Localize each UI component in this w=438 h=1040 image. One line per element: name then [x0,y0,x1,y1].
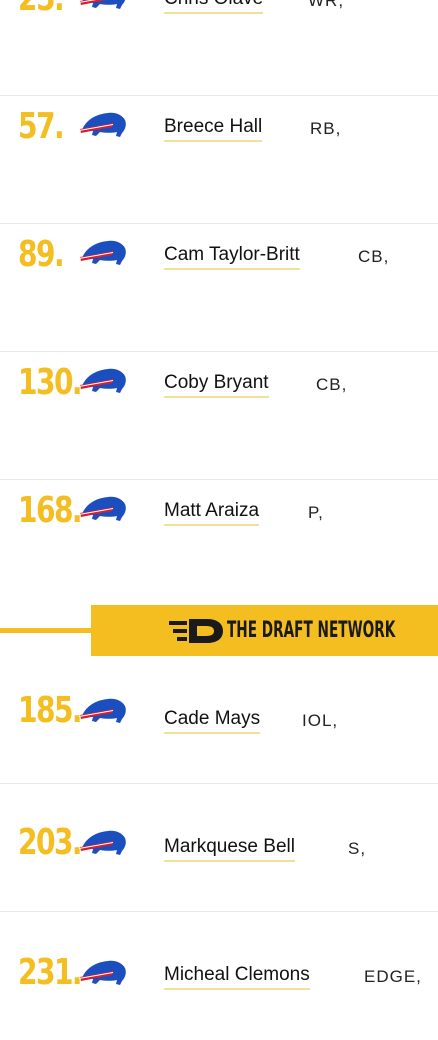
banner-accent-line [0,628,100,633]
player-link[interactable]: Cam Taylor-Britt [164,244,300,270]
pick-row: 130. Coby Bryant CB, [0,352,438,480]
pick-number: 168. [18,490,83,531]
pick-row: 185. Cade Mays IOL, [0,656,438,784]
player-position: CB, [316,375,348,394]
player-position: IOL, [302,711,339,730]
player-link[interactable]: Cade Mays [164,708,261,734]
pick-number: 130. [18,362,83,403]
player-link[interactable]: Micheal Clemons [164,964,310,990]
pick-number: 185. [18,690,83,731]
pick-row: 231. Micheal Clemons EDGE, [0,912,438,1040]
buffalo-bills-logo-icon [78,698,126,723]
pick-number: 57. [18,106,65,147]
player-position: P, [308,503,324,522]
player-position: RB, [310,119,342,138]
draft-network-logo-icon [169,619,223,643]
buffalo-bills-logo-icon [78,112,126,137]
player-position: CB, [358,247,390,266]
banner-title: THE DRAFT NETWORK [227,618,396,643]
pick-number: 89. [18,234,65,275]
pick-row: 203. Markquese Bell S, [0,784,438,912]
player-link[interactable]: Chris Olave [164,0,264,14]
pick-row: 25. Chris Olave WR, [0,0,438,96]
pick-row: 168. Matt Araiza P, [0,480,438,608]
pick-number: 25. [18,0,65,22]
player-position: WR, [308,0,345,10]
buffalo-bills-logo-icon [78,368,126,393]
pick-number: 231. [18,952,83,993]
draft-network-banner[interactable]: THE DRAFT NETWORK [91,605,438,656]
player-link[interactable]: Coby Bryant [164,372,269,398]
player-link[interactable]: Markquese Bell [164,836,295,862]
player-link[interactable]: Breece Hall [164,116,263,142]
player-link[interactable]: Matt Araiza [164,500,260,526]
pick-row: 89. Cam Taylor-Britt CB, [0,224,438,352]
buffalo-bills-logo-icon [78,496,126,521]
player-position: EDGE, [364,967,422,986]
buffalo-bills-logo-icon [78,0,126,9]
buffalo-bills-logo-icon [78,830,126,855]
buffalo-bills-logo-icon [78,960,126,985]
pick-number: 203. [18,822,83,863]
pick-row: 57. Breece Hall RB, [0,96,438,224]
buffalo-bills-logo-icon [78,240,126,265]
player-position: S, [348,839,367,858]
